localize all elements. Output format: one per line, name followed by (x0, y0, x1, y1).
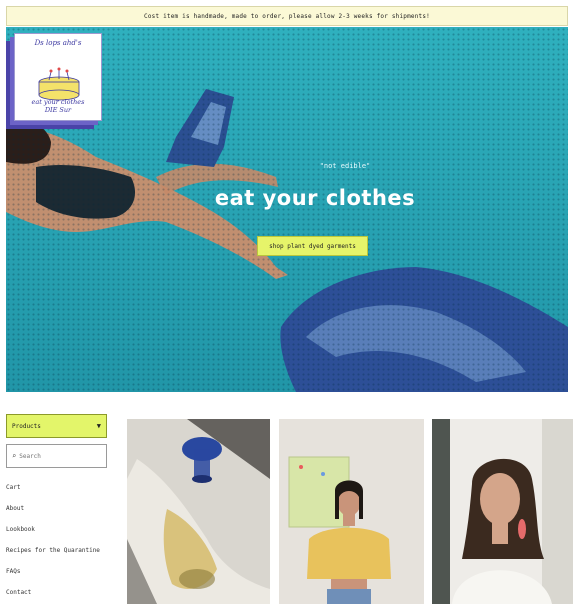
search-box[interactable]: ⌕ (6, 444, 107, 468)
caret-down-icon: ▼ (96, 422, 101, 430)
product-tile-3[interactable] (432, 419, 573, 604)
nav-link-lookbook[interactable]: Lookbook (6, 526, 35, 533)
nav-link-faqs[interactable]: FAQs (6, 568, 20, 575)
logo-bottom-text: eat your clothes DIE Sur (31, 98, 85, 114)
product-image-1 (127, 419, 270, 604)
products-dropdown[interactable]: Products ▼ (6, 414, 107, 438)
nav-link-about[interactable]: About (6, 505, 24, 512)
product-image-2 (279, 419, 424, 604)
nav-link-recipes[interactable]: Recipes for the Quarantine (6, 547, 100, 554)
products-dropdown-label: Products (12, 422, 41, 430)
nav-link-cart[interactable]: Cart (6, 484, 20, 491)
announcement-text: Cost item is handmade, made to order, pl… (144, 12, 430, 20)
search-input[interactable] (19, 452, 100, 460)
brand-logo[interactable]: Ds lops ahd's eat your clothes DIE Sur (14, 33, 102, 121)
search-icon: ⌕ (12, 452, 17, 460)
hero-tagline: "not edible" (319, 162, 371, 170)
product-image-3 (432, 419, 573, 604)
announcement-bar: Cost item is handmade, made to order, pl… (6, 6, 568, 26)
shop-cta-button[interactable]: shop plant dyed garments (257, 236, 368, 256)
nav-link-contact[interactable]: Contact (6, 589, 31, 596)
product-tile-2[interactable] (279, 419, 424, 604)
hero-headline: eat your clothes (214, 186, 416, 210)
product-tile-1[interactable] (127, 419, 270, 604)
